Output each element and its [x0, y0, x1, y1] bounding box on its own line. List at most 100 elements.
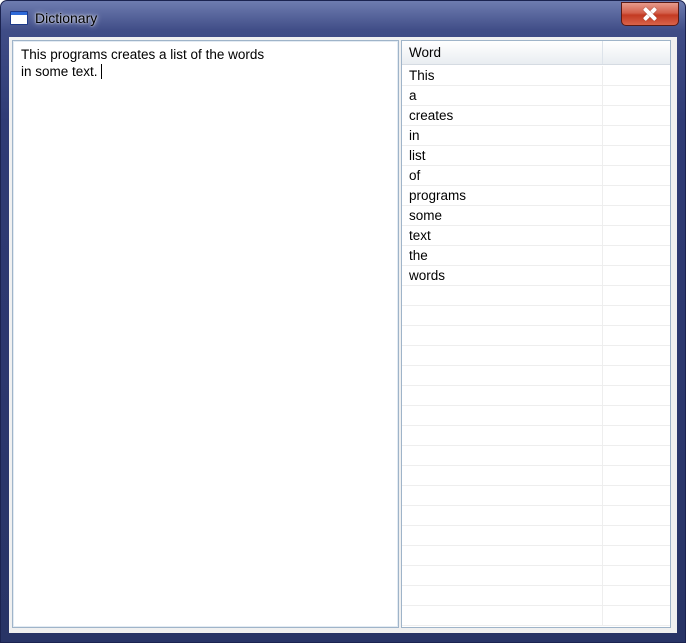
word-cell: [402, 386, 603, 405]
table-row[interactable]: [402, 546, 670, 566]
empty-cell: [603, 526, 670, 545]
empty-cell: [603, 346, 670, 365]
table-row[interactable]: creates: [402, 106, 670, 126]
table-row[interactable]: [402, 386, 670, 406]
word-cell: [402, 446, 603, 465]
word-table[interactable]: Word This a creates in list of programs some tex…: [401, 40, 671, 628]
close-icon: [642, 6, 658, 22]
table-row[interactable]: [402, 346, 670, 366]
word-cell: [402, 506, 603, 525]
table-row[interactable]: programs: [402, 186, 670, 206]
window-icon: [10, 11, 28, 25]
empty-cell: [603, 146, 670, 165]
table-row[interactable]: [402, 566, 670, 586]
word-cell: This: [402, 66, 603, 85]
empty-cell: [603, 446, 670, 465]
title-bar[interactable]: Dictionary: [1, 1, 685, 37]
word-cell: words: [402, 266, 603, 285]
empty-cell: [603, 266, 670, 285]
empty-cell: [603, 286, 670, 305]
empty-cell: [603, 406, 670, 425]
empty-cell: [603, 246, 670, 265]
table-row[interactable]: text: [402, 226, 670, 246]
empty-cell: [603, 386, 670, 405]
word-cell: [402, 586, 603, 605]
word-cell: [402, 346, 603, 365]
table-row[interactable]: a: [402, 86, 670, 106]
table-row[interactable]: [402, 326, 670, 346]
table-row[interactable]: [402, 286, 670, 306]
table-row[interactable]: [402, 526, 670, 546]
client-area: This programs creates a list of the word…: [9, 37, 677, 633]
word-cell: list: [402, 146, 603, 165]
empty-cell: [603, 326, 670, 345]
table-body: This a creates in list of programs some text the w…: [402, 66, 670, 626]
text-caret: [100, 64, 102, 79]
table-row[interactable]: [402, 506, 670, 526]
word-cell: text: [402, 226, 603, 245]
text-line-2: in some text.: [21, 64, 98, 79]
word-cell: [402, 546, 603, 565]
table-row[interactable]: [402, 366, 670, 386]
word-cell: [402, 526, 603, 545]
table-row[interactable]: of: [402, 166, 670, 186]
dictionary-window: Dictionary This programs creates a list …: [0, 0, 686, 643]
empty-cell: [603, 166, 670, 185]
empty-cell: [603, 226, 670, 245]
empty-cell: [603, 466, 670, 485]
empty-cell: [603, 546, 670, 565]
empty-cell: [603, 186, 670, 205]
table-row[interactable]: [402, 406, 670, 426]
table-row[interactable]: [402, 426, 670, 446]
word-cell: [402, 466, 603, 485]
word-cell: [402, 486, 603, 505]
window-title: Dictionary: [35, 10, 98, 26]
text-line-1: This programs creates a list of the word…: [21, 47, 265, 62]
empty-cell: [603, 106, 670, 125]
word-cell: [402, 406, 603, 425]
table-row[interactable]: words: [402, 266, 670, 286]
word-cell: [402, 606, 603, 625]
table-row[interactable]: This: [402, 66, 670, 86]
close-button[interactable]: [621, 2, 679, 26]
empty-cell: [603, 566, 670, 585]
word-cell: [402, 306, 603, 325]
text-input-area[interactable]: This programs creates a list of the word…: [12, 40, 399, 628]
table-row[interactable]: some: [402, 206, 670, 226]
word-cell: creates: [402, 106, 603, 125]
empty-cell: [603, 586, 670, 605]
word-cell: some: [402, 206, 603, 225]
table-row[interactable]: [402, 606, 670, 626]
word-cell: in: [402, 126, 603, 145]
table-row[interactable]: in: [402, 126, 670, 146]
empty-cell: [603, 606, 670, 625]
word-cell: [402, 326, 603, 345]
table-row[interactable]: [402, 466, 670, 486]
table-header: Word: [402, 41, 670, 65]
word-cell: [402, 426, 603, 445]
column-header-empty[interactable]: [603, 41, 670, 64]
table-row[interactable]: [402, 486, 670, 506]
word-cell: [402, 286, 603, 305]
word-cell: [402, 566, 603, 585]
empty-cell: [603, 426, 670, 445]
empty-cell: [603, 206, 670, 225]
table-row[interactable]: [402, 586, 670, 606]
table-row[interactable]: [402, 306, 670, 326]
column-header-word[interactable]: Word: [402, 41, 603, 64]
empty-cell: [603, 486, 670, 505]
table-row[interactable]: [402, 446, 670, 466]
table-row[interactable]: list: [402, 146, 670, 166]
empty-cell: [603, 126, 670, 145]
table-row[interactable]: the: [402, 246, 670, 266]
empty-cell: [603, 306, 670, 325]
empty-cell: [603, 506, 670, 525]
word-cell: the: [402, 246, 603, 265]
empty-cell: [603, 66, 670, 85]
word-cell: programs: [402, 186, 603, 205]
empty-cell: [603, 86, 670, 105]
word-cell: of: [402, 166, 603, 185]
word-cell: [402, 366, 603, 385]
word-cell: a: [402, 86, 603, 105]
empty-cell: [603, 366, 670, 385]
